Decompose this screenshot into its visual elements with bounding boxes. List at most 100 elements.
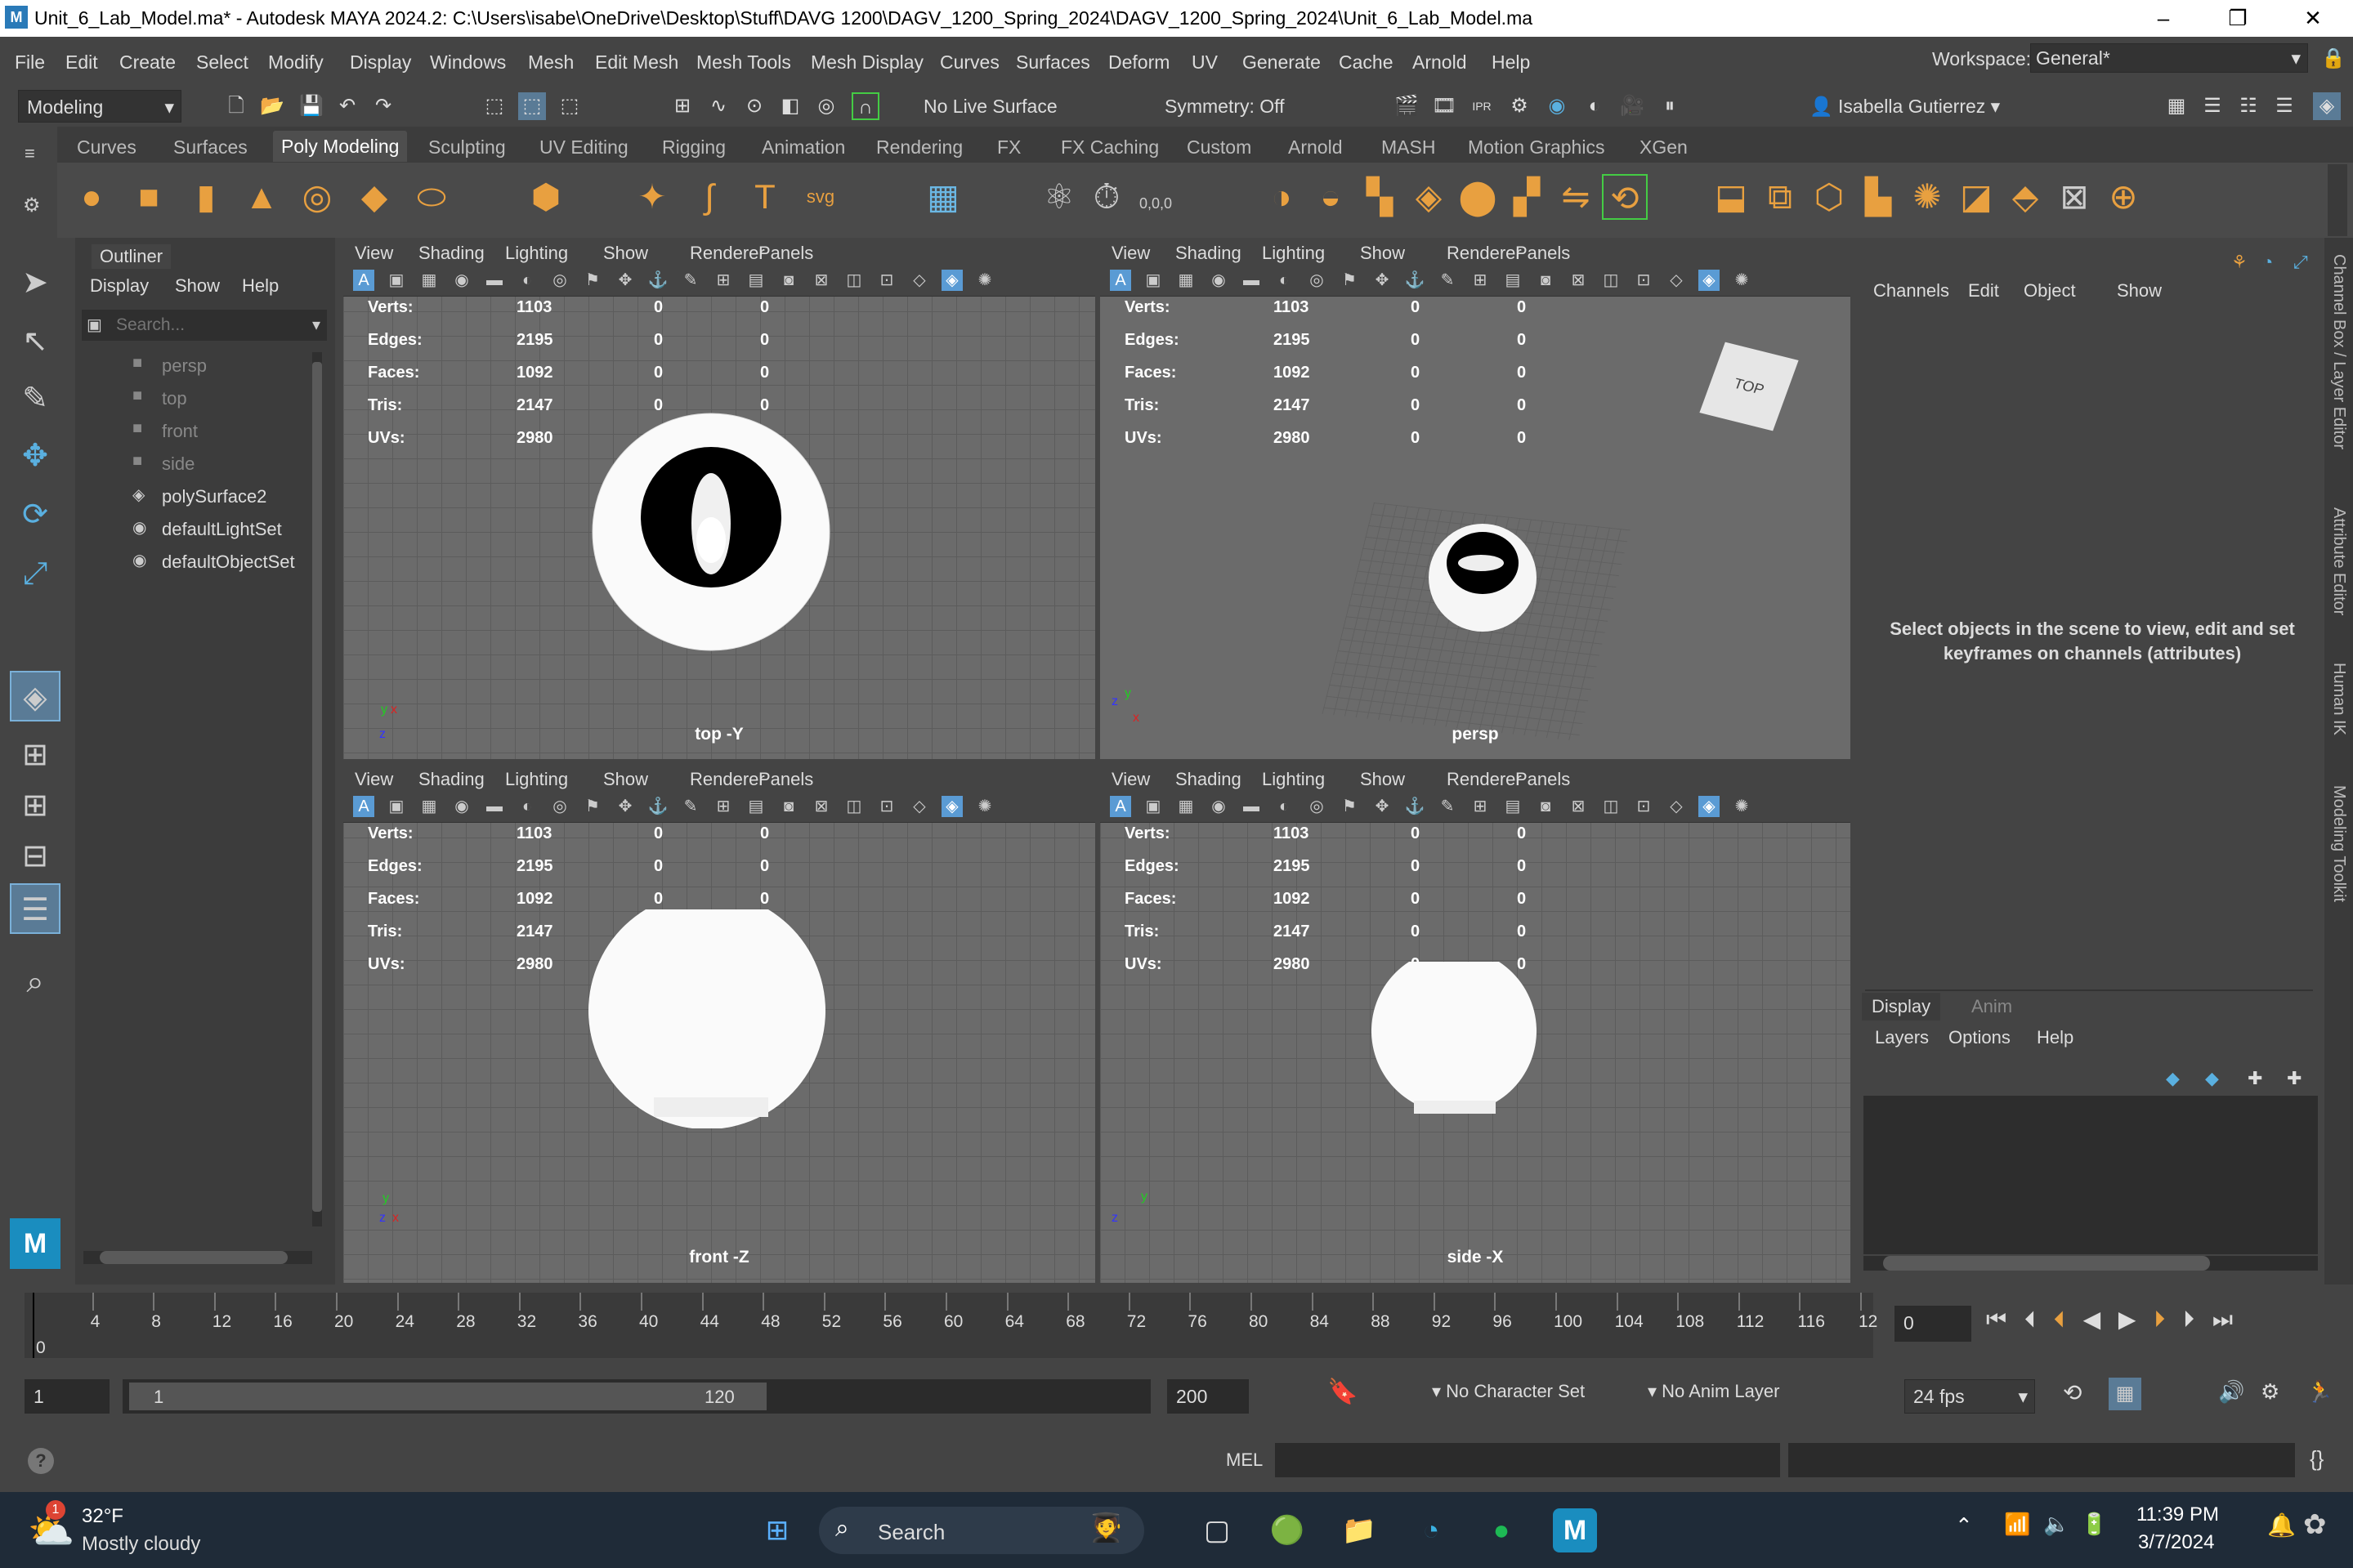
shelf-menu-icon[interactable]: ≡: [25, 143, 35, 164]
menuset-dropdown[interactable]: Modeling ▾: [18, 90, 181, 123]
symmetry-dropdown[interactable]: Symmetry: Off: [1124, 90, 1312, 123]
smooth-shade-icon[interactable]: ◈: [1698, 270, 1720, 291]
wire-on-shaded-icon[interactable]: ◇: [909, 270, 930, 291]
wireframe-icon[interactable]: ▣: [1143, 270, 1164, 291]
viewport-menu-show[interactable]: Show: [603, 769, 648, 790]
outliner-item[interactable]: ■ persp: [132, 352, 304, 380]
grid-toggle-icon[interactable]: ⊞: [1470, 270, 1491, 291]
viewport-menu-panels[interactable]: Panels: [1515, 769, 1570, 790]
field-chart-icon[interactable]: ◫: [1600, 270, 1622, 291]
viewport-menu-view[interactable]: View: [355, 243, 393, 264]
layer-menu-options[interactable]: Options: [1948, 1027, 2011, 1048]
scale-tool-icon[interactable]: ⤢: [10, 548, 60, 599]
model-persp-view[interactable]: [1425, 520, 1540, 635]
file-explorer-icon[interactable]: 📁: [1337, 1508, 1381, 1552]
notification-bell-icon[interactable]: 🔔: [2267, 1512, 2296, 1539]
shelf-tab-sculpting[interactable]: Sculpting: [428, 136, 506, 159]
shelf-tab-arnold[interactable]: Arnold: [1288, 136, 1342, 159]
wire-on-shaded-icon[interactable]: ◇: [1666, 270, 1687, 291]
model-front-view[interactable]: [588, 908, 834, 1128]
viewport-menu-shading[interactable]: Shading: [1175, 243, 1241, 264]
wire-on-shaded-icon[interactable]: ◇: [1666, 796, 1687, 817]
viewport-front[interactable]: View Shading Lighting Show Renderer Panels A ▣…: [343, 764, 1095, 1283]
menu-file[interactable]: File: [15, 51, 45, 74]
film-gate-icon[interactable]: ▤: [1502, 270, 1523, 291]
boolean-icon[interactable]: ◈: [1406, 174, 1452, 220]
texture-icon[interactable]: ▦: [1175, 796, 1197, 817]
move-pivot-icon[interactable]: ✥: [1371, 270, 1393, 291]
shelf-tab-animation[interactable]: Animation: [762, 136, 845, 159]
render-sequence-icon[interactable]: 🎥: [1618, 92, 1646, 120]
viewport-menu-show[interactable]: Show: [1360, 243, 1405, 264]
model-side-view[interactable]: [1368, 960, 1540, 1124]
snap-view-plane-icon[interactable]: ◧: [776, 92, 804, 120]
field-chart-icon[interactable]: ◫: [843, 270, 865, 291]
wireframe-icon[interactable]: ▣: [386, 796, 407, 817]
pin-icon[interactable]: ⤢: [2293, 252, 2308, 273]
new-scene-icon[interactable]: 🗋: [222, 92, 250, 120]
shelf-tab-uv-editing[interactable]: UV Editing: [539, 136, 629, 159]
gate-mask-icon[interactable]: ⊠: [1568, 796, 1589, 817]
poly-torus-icon[interactable]: ◎: [294, 174, 340, 220]
step-forward-key-icon[interactable]: ⏵: [2154, 1307, 2165, 1332]
separate-icon[interactable]: ◒: [1308, 174, 1353, 220]
menu-arnold[interactable]: Arnold: [1412, 51, 1466, 74]
viewport-menu-view[interactable]: View: [1112, 769, 1150, 790]
move-pivot-icon[interactable]: ✥: [1371, 796, 1393, 817]
wifi-icon[interactable]: 📶: [2004, 1512, 2030, 1537]
anchor-icon[interactable]: ⚓: [647, 270, 669, 291]
run-icon[interactable]: 🏃: [2306, 1379, 2333, 1405]
go-to-end-icon[interactable]: ⏭: [2212, 1307, 2233, 1332]
gate-mask-icon[interactable]: ⊠: [811, 796, 832, 817]
script-editor-icon[interactable]: {}: [2310, 1446, 2324, 1472]
shaded-icon[interactable]: ◉: [1208, 270, 1229, 291]
layer-list[interactable]: [1863, 1096, 2318, 1254]
snap-surface-icon[interactable]: ◎: [812, 92, 840, 120]
render-view-icon[interactable]: 🎬: [1393, 92, 1420, 120]
field-chart-icon[interactable]: ◫: [1600, 796, 1622, 817]
outliner-hscroll[interactable]: [83, 1251, 312, 1264]
shaded-icon[interactable]: ◉: [1208, 796, 1229, 817]
bevel-icon[interactable]: ⬡: [1806, 174, 1852, 220]
menu-modify[interactable]: Modify: [268, 51, 324, 74]
film-gate-icon[interactable]: ▤: [745, 796, 767, 817]
extract-icon[interactable]: ▚: [1357, 174, 1402, 220]
outliner-item[interactable]: ◉ defaultLightSet: [132, 516, 304, 543]
edge-loop-icon[interactable]: ⊕: [2100, 174, 2146, 220]
side-tab-1[interactable]: Attribute Editor: [2329, 507, 2348, 615]
outliner-menu-display[interactable]: Display: [90, 275, 149, 297]
default-lighting-icon[interactable]: ✺: [1731, 270, 1752, 291]
select-hierarchy-icon[interactable]: ⬚: [481, 92, 508, 120]
viewport-menu-lighting[interactable]: Lighting: [1262, 769, 1325, 790]
redo-icon[interactable]: ↷: [369, 92, 397, 120]
viewport-menu-panels[interactable]: Panels: [1515, 243, 1570, 264]
clock-date[interactable]: 3/7/2024: [2138, 1531, 2214, 1554]
anchor-icon[interactable]: ⚓: [1404, 796, 1425, 817]
safe-action-icon[interactable]: ⊡: [1633, 270, 1654, 291]
target-weld-icon[interactable]: ◪: [1953, 174, 1999, 220]
camera-icon[interactable]: ▬: [1241, 270, 1262, 291]
move-tool-icon[interactable]: ✥: [10, 431, 60, 481]
viewport-menu-panels[interactable]: Panels: [758, 243, 813, 264]
all-lights-icon[interactable]: A: [353, 796, 374, 817]
viewport-menu-lighting[interactable]: Lighting: [1262, 243, 1325, 264]
modeling-toolkit-toggle-icon[interactable]: ▦: [2163, 92, 2190, 120]
shelf-tab-fx[interactable]: FX: [997, 136, 1021, 159]
menu-curves[interactable]: Curves: [940, 51, 1000, 74]
rotate-tool-icon[interactable]: ⟳: [10, 489, 60, 540]
menu-cache[interactable]: Cache: [1339, 51, 1393, 74]
bookmark-icon[interactable]: ⚑: [1339, 270, 1360, 291]
multicut-icon[interactable]: ✺: [1904, 174, 1950, 220]
layout-grid-icon[interactable]: ⊞: [10, 780, 60, 831]
single-perspective-layout-icon[interactable]: ◈: [10, 671, 60, 721]
paint-icon[interactable]: ✎: [1437, 270, 1458, 291]
outliner-item[interactable]: ■ front: [132, 418, 304, 445]
platonic-solid-icon[interactable]: ⬢: [523, 174, 569, 220]
xray-icon[interactable]: ◎: [549, 796, 570, 817]
taskbar-search[interactable]: ⌕ Search 🧑‍🎓: [819, 1507, 1144, 1554]
isolate-icon[interactable]: ◐: [517, 270, 538, 291]
close-button[interactable]: ✕: [2288, 3, 2337, 33]
menu-mesh[interactable]: Mesh: [528, 51, 574, 74]
gizmo-icon[interactable]: ⚛: [1036, 174, 1082, 220]
outliner-layout-icon[interactable]: ☰: [10, 883, 60, 934]
